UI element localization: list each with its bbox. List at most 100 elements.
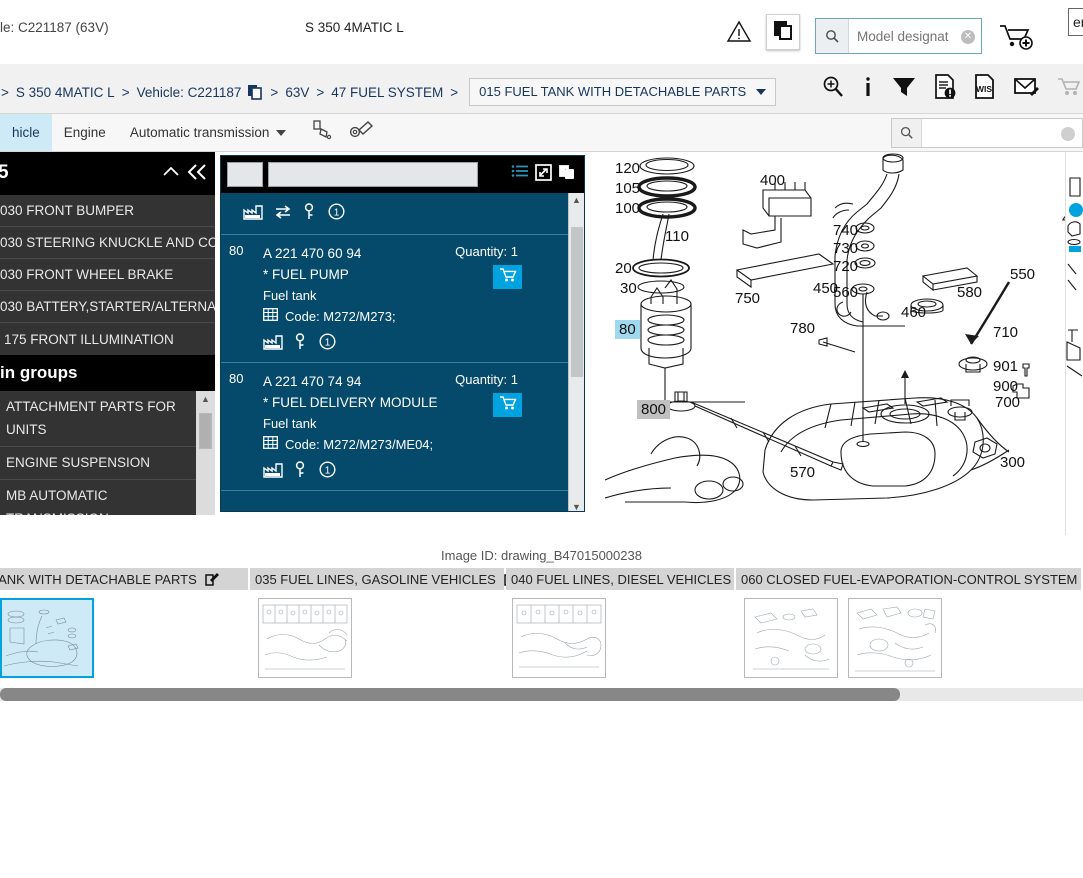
parts-filter-position-field[interactable] [227,162,263,187]
sidebar-group-attachment-parts[interactable]: ATTACHMENT PARTS FOR UNITS [0,391,196,447]
tab-automatic-transmission[interactable]: Automatic transmission [118,114,299,151]
diagram-callout-20[interactable]: 20 [615,260,632,277]
add-part-to-cart-button[interactable] [493,265,522,289]
diagram-callout-460[interactable]: 460 [901,304,926,321]
diagram-callout-105[interactable]: 105 [615,180,640,197]
sidebar-scrollbar[interactable]: ▲ ▼ [196,391,215,515]
diagram-callout-740[interactable]: 740 [833,222,858,239]
key-icon[interactable] [294,333,308,355]
thumbnail-item[interactable] [744,598,838,678]
diagram-callout-700[interactable]: 700 [995,394,1020,411]
breadcrumb-item-2[interactable]: 63V [285,85,309,100]
chevron-up-icon[interactable] [161,162,181,187]
info-circle-icon[interactable]: 1 [319,461,336,483]
cart-icon[interactable] [1057,76,1081,98]
sidebar-item-steering-knuckle[interactable]: 030 STEERING KNUCKLE AND CO... [0,227,215,259]
thumbnail-item[interactable] [0,598,94,678]
breadcrumb-item-1[interactable]: Vehicle: C221187 [137,85,242,100]
thumb-group-header[interactable]: 060 CLOSED FUEL-EVAPORATION-CONTROL SYST… [736,568,1083,590]
factory-icon[interactable] [263,462,283,483]
scrollbar-thumb[interactable] [199,413,212,449]
sidebar-item-front-bumper[interactable]: 030 FRONT BUMPER [0,195,215,227]
filter-funnel-icon[interactable] [891,75,917,99]
diagram-callout-750[interactable]: 750 [735,290,760,307]
model-designation-search[interactable]: ✕ [815,18,982,54]
breadcrumb-item-3[interactable]: 47 FUEL SYSTEM [331,85,443,100]
factory-icon[interactable] [263,334,283,355]
diagram-callout-400[interactable]: 400 [760,172,785,189]
diagram-callout-900[interactable]: 900 [993,378,1018,395]
info-icon[interactable] [861,75,875,99]
scroll-up-arrow-icon[interactable]: ▲ [201,391,210,407]
scroll-down-arrow-icon[interactable]: ▼ [569,502,584,511]
clear-x-icon[interactable]: ✕ [961,30,975,44]
expand-icon[interactable] [535,163,552,186]
zoom-in-icon[interactable] [821,75,845,99]
diagram-callout-780[interactable]: 780 [790,320,815,337]
tab-engine[interactable]: Engine [52,114,118,151]
key-icon[interactable] [294,461,308,483]
thumbnail-item[interactable] [848,598,942,678]
copy-icon[interactable] [558,163,576,186]
thumbnail-item[interactable] [258,598,352,678]
sidebar-item-battery-starter[interactable]: 030 BATTERY,STARTER/ALTERNAT... [0,291,215,323]
vehicle-copy-icon[interactable] [247,84,263,100]
info-circle-icon[interactable]: 1 [319,333,336,355]
diagram-callout-901[interactable]: 901 [993,358,1018,375]
sidebar-item-front-wheel-brake[interactable]: 030 FRONT WHEEL BRAKE [0,259,215,291]
chevron-double-left-icon[interactable] [185,160,209,189]
thumb-group-header[interactable]: FUEL TANK WITH DETACHABLE PARTS [0,568,250,590]
parts-group-search[interactable] [891,118,1083,148]
tab-vehicle[interactable]: hicle [0,114,52,151]
scroll-up-arrow-icon[interactable]: ▲ [569,193,584,207]
wis-document-icon[interactable]: WIS [973,74,997,100]
add-to-cart-icon[interactable] [998,22,1034,52]
scrollbar-thumb[interactable] [571,227,583,377]
document-alert-icon[interactable] [933,74,957,100]
exchange-icon[interactable] [274,204,292,225]
diagram-callout-560[interactable]: 560 [833,284,858,301]
diagram-callout-550[interactable]: 550 [1010,266,1035,283]
diagram-callout-720[interactable]: 720 [833,258,858,275]
search-input[interactable] [922,119,1082,147]
diagram-callout-30[interactable]: 30 [620,280,637,297]
scrollbar-thumb[interactable] [0,688,900,701]
sidebar-group-mb-automatic-transmission[interactable]: MB AUTOMATIC TRANSMISSION [0,480,196,515]
info-circle-icon[interactable]: 1 [328,203,345,225]
diagram-callout-800[interactable]: 800 [637,400,671,419]
right-side-panel[interactable] [1065,152,1083,535]
part-entry-fuel-pump[interactable]: 80 Quantity: 1 A 221 470 60 94 * FUEL PU… [221,235,584,363]
diagram-callout-110[interactable]: 110 [665,228,689,245]
factory-icon[interactable] [243,204,263,225]
parts-filter-input[interactable] [268,162,478,187]
language-selector[interactable]: en [1068,8,1083,36]
paint-code-icon[interactable] [310,118,334,147]
parts-scrollbar[interactable]: ▲ ▼ [568,193,584,511]
list-view-icon[interactable] [511,164,529,185]
gearbox-code-icon[interactable] [348,118,374,147]
mail-edit-icon[interactable] [1013,75,1041,99]
thumb-group-header[interactable]: 040 FUEL LINES, DIESEL VEHICLES [506,568,754,590]
breadcrumb-item-0[interactable]: S 350 4MATIC L [16,85,115,100]
key-icon[interactable] [303,203,317,225]
thumb-group-header[interactable]: 035 FUEL LINES, GASOLINE VEHICLES [250,568,518,590]
diagram-callout-710[interactable]: 710 [993,324,1018,341]
diagram-callout-100[interactable]: 100 [615,200,640,217]
diagram-callout-80[interactable]: 80 [615,320,640,339]
diagram-callout-730[interactable]: 730 [833,240,858,257]
diagram-callout-580[interactable]: 580 [957,284,982,301]
part-entry-fuel-delivery-module[interactable]: 80 Quantity: 1 A 221 470 74 94 * FUEL DE… [221,363,584,491]
parts-diagram[interactable]: 120 105 100 110 20 30 80 800 400 750 450 460 570 580 7… [605,152,1083,535]
diagram-callout-300[interactable]: 300 [1000,454,1025,471]
diagram-callout-570[interactable]: 570 [790,464,815,481]
horizontal-scrollbar[interactable] [0,688,1083,701]
diagram-callout-120[interactable]: 120 [615,160,640,177]
edit-square-icon[interactable] [205,572,219,586]
copy-documents-button[interactable] [766,14,800,50]
sidebar-item-front-illumination[interactable]: 175 FRONT ILLUMINATION [0,323,215,355]
thumbnail-item[interactable] [512,598,606,678]
add-part-to-cart-button[interactable] [493,393,522,417]
breadcrumb-active-dropdown[interactable]: 015 FUEL TANK WITH DETACHABLE PARTS [469,78,777,106]
sidebar-group-engine-suspension[interactable]: ENGINE SUSPENSION [0,447,196,480]
clear-x-icon[interactable] [1061,127,1075,141]
